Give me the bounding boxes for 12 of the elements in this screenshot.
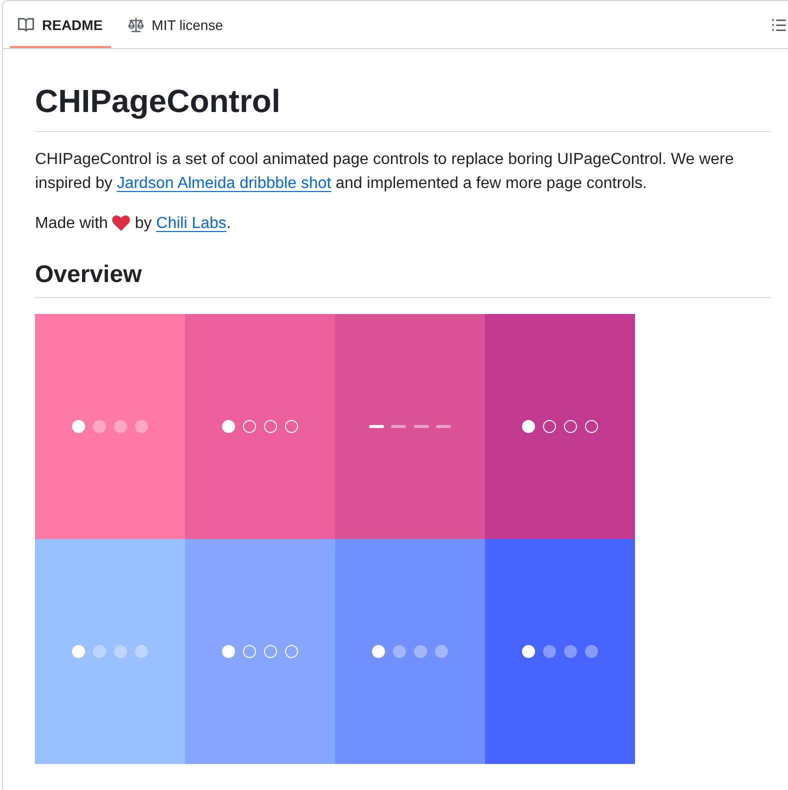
tab[interactable]: README bbox=[10, 1, 111, 48]
section-heading: Overview bbox=[35, 260, 771, 298]
text-paragraph: Made with by Chili Labs. bbox=[35, 214, 232, 234]
text-link[interactable]: Jardson Almeida dribbble shot bbox=[116, 174, 332, 192]
page-title: CHIPageControl bbox=[35, 81, 771, 132]
book-icon bbox=[18, 16, 34, 32]
scale-icon bbox=[128, 16, 144, 32]
text-link[interactable]: Chili Labs bbox=[156, 214, 226, 232]
text-paragraph: CHIPageControl is a set of cool animated page controls to replace boring UIPageControl. We were inspired by Jardson Almeida dribbble shot and implemented a few more page controls. bbox=[35, 150, 735, 194]
heart-icon bbox=[112, 214, 130, 231]
tab[interactable]: MIT license bbox=[120, 1, 231, 48]
list-icon bbox=[771, 16, 787, 32]
